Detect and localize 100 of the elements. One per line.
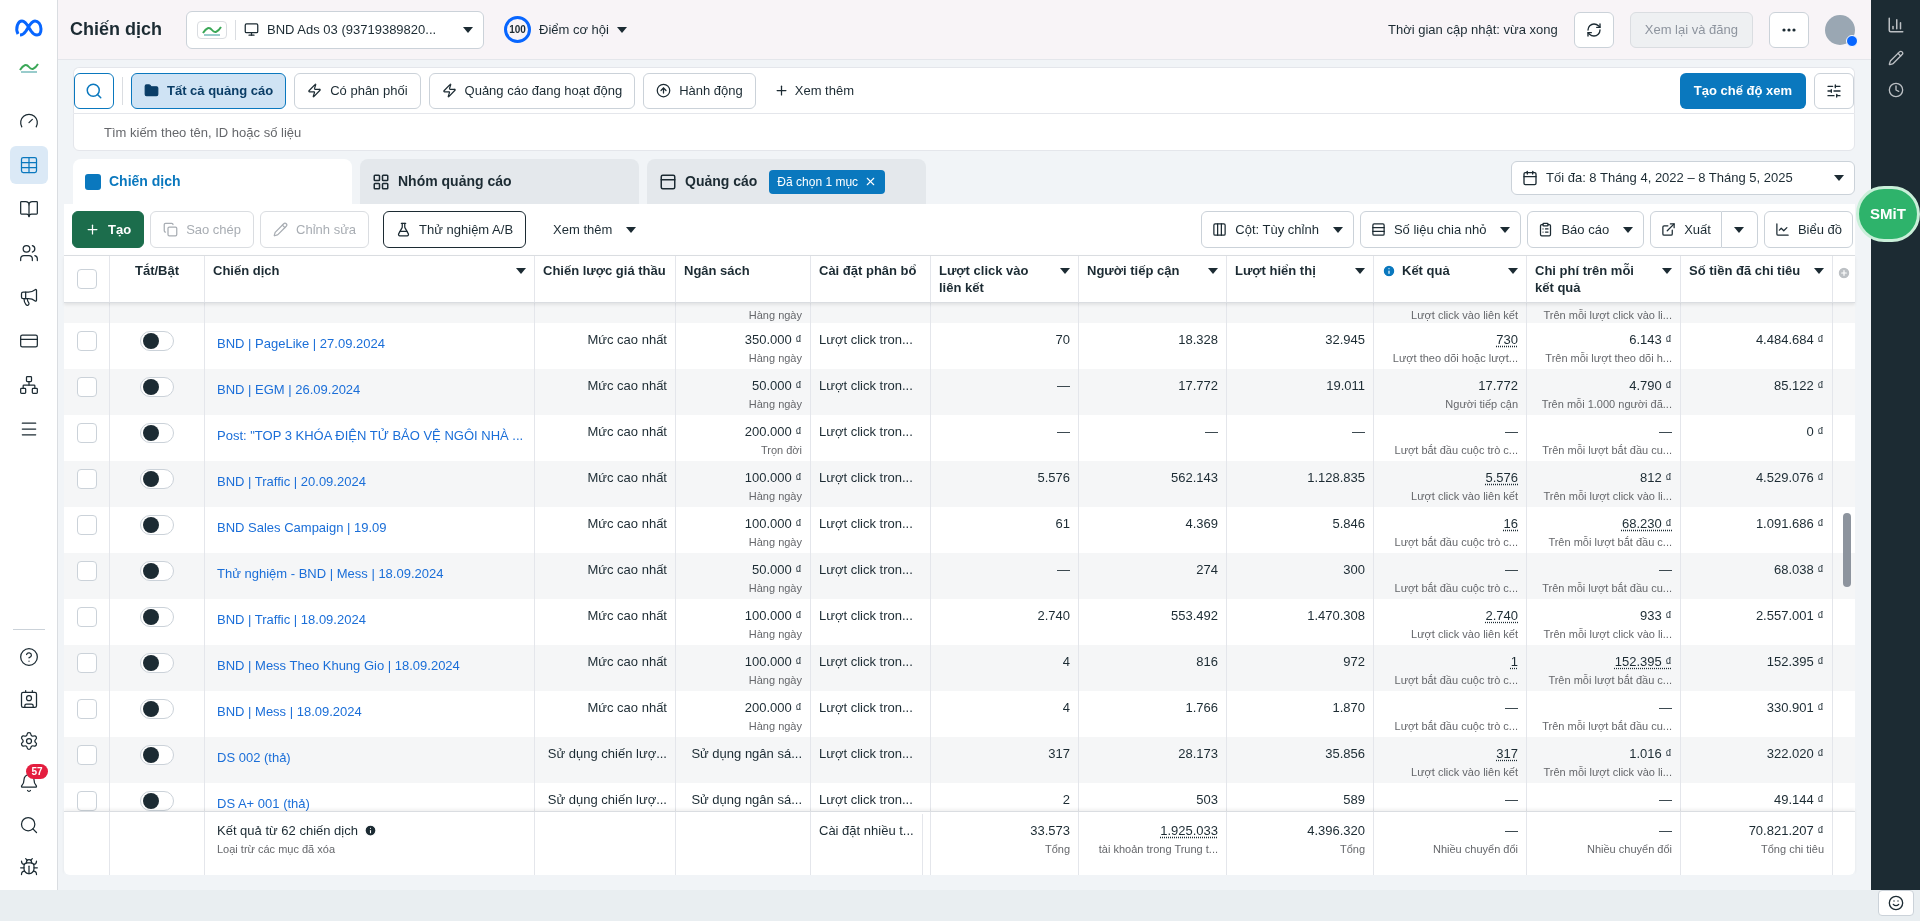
cell-value[interactable]: 152.395 ₫	[1614, 653, 1672, 670]
avatar[interactable]	[1825, 14, 1855, 45]
toggle-switch[interactable]	[140, 377, 174, 397]
row-checkbox[interactable]	[76, 423, 97, 443]
toolbar-button[interactable]: Xem thêm	[540, 211, 650, 248]
view-tab[interactable]: Quảng cáo Đã chọn 1 mục	[647, 159, 926, 204]
cell-value[interactable]: 1.925.033	[1160, 822, 1218, 839]
toolbar-button[interactable]: Xuất	[1650, 211, 1722, 248]
pencil-icon[interactable]	[1887, 50, 1904, 66]
toggle-switch[interactable]	[140, 653, 174, 673]
toggle-switch[interactable]	[140, 607, 174, 627]
column-header[interactable]: Lượt click vào liên kết	[931, 256, 1079, 302]
cell-value: 19.011	[1326, 377, 1365, 394]
campaign-link[interactable]: BND | PageLike | 27.09.2024	[217, 336, 385, 351]
toolbar-button[interactable]: Biểu đồ	[1763, 211, 1853, 248]
campaign-link[interactable]: BND | Traffic | 18.09.2024	[217, 612, 366, 627]
row-checkbox[interactable]	[76, 653, 97, 673]
column-header[interactable]: Lượt hiển thị	[1227, 256, 1374, 302]
more-filters-button[interactable]: Xem thêm	[763, 72, 864, 109]
row-checkbox[interactable]	[76, 331, 97, 351]
filter-button[interactable]: Tất cả quảng cáo	[131, 72, 287, 109]
line-chart-icon	[1774, 222, 1790, 237]
row-checkbox[interactable]	[76, 469, 97, 489]
cell-value[interactable]: 68.230 ₫	[1621, 515, 1672, 532]
selection-chip[interactable]: Đã chọn 1 mục	[769, 169, 886, 194]
view-tab[interactable]: Chiến dịch	[73, 159, 352, 204]
row-checkbox[interactable]	[76, 699, 97, 719]
clock-icon[interactable]	[1887, 82, 1904, 98]
campaign-link[interactable]: Thử nghiệm - BND | Mess | 18.09.2024	[217, 566, 444, 581]
cell-value: 562.143	[1171, 469, 1218, 486]
column-header[interactable]: Chiến lược giá thầu	[535, 256, 676, 302]
campaign-link[interactable]: DS A+ 001 (thả)	[217, 796, 310, 811]
toolbar-button[interactable]: Số liệu chia nhỏ	[1359, 211, 1522, 248]
filter-button[interactable]: Quảng cáo đang hoạt động	[428, 72, 636, 109]
cell-value[interactable]: 5.576	[1485, 469, 1518, 486]
column-header[interactable]: Chi phí trên mỗi kết quả	[1527, 256, 1681, 302]
search-field[interactable]: Tìm kiếm theo tên, ID hoặc số liệu	[73, 113, 1855, 151]
account-dropdown[interactable]: BND Ads 03 (93719389820...	[186, 10, 484, 49]
campaign-link[interactable]: DS 002 (thả)	[217, 750, 291, 765]
toggle-switch[interactable]	[140, 469, 174, 489]
toggle-switch[interactable]	[140, 791, 174, 811]
toolbar-button[interactable]: Báo cáo	[1527, 211, 1645, 248]
column-header[interactable]: Tắt/Bật	[110, 256, 205, 302]
column-header[interactable]: Kết quả	[1374, 256, 1527, 302]
toggle-switch[interactable]	[140, 745, 174, 765]
campaign-link[interactable]: BND Sales Campaign | 19.09	[217, 520, 387, 535]
select-all-checkbox[interactable]	[76, 269, 97, 289]
cell-value[interactable]: 1	[1510, 653, 1518, 670]
cell-value[interactable]: 730	[1496, 331, 1518, 348]
row-checkbox[interactable]	[76, 561, 97, 581]
feedback-button[interactable]	[1878, 890, 1914, 916]
cell-note: Hàng ngày	[748, 581, 802, 596]
cell-value: —	[1205, 423, 1218, 440]
cell-value[interactable]: 2.740	[1485, 607, 1518, 624]
view-settings-button[interactable]	[1814, 72, 1854, 109]
date-range-button[interactable]: Tối đa: 8 Tháng 4, 2022 – 8 Tháng 5, 2025	[1511, 161, 1855, 195]
info-icon	[363, 824, 377, 837]
cell-value: Lượt click tron...	[819, 377, 913, 394]
column-header[interactable]: Chiến dịch	[205, 256, 535, 302]
row-checkbox[interactable]	[76, 745, 97, 765]
refresh-button[interactable]	[1573, 11, 1614, 48]
toggle-switch[interactable]	[140, 699, 174, 719]
row-checkbox[interactable]	[76, 791, 97, 811]
opportunity-score[interactable]: 100 Điểm cơ hội	[504, 16, 627, 43]
toggle-switch[interactable]	[140, 561, 174, 581]
cell-value[interactable]: 16	[1503, 515, 1518, 532]
toolbar-button[interactable]: Cột: Tùy chỉnh	[1201, 211, 1354, 248]
column-header[interactable]: Cài đặt phân bổ	[811, 256, 931, 302]
scrollbar-thumb[interactable]	[1843, 513, 1851, 587]
view-tab[interactable]: Nhóm quảng cáo	[360, 159, 639, 204]
column-header[interactable]: Số tiền đã chi tiêu	[1681, 256, 1833, 302]
create-view-button[interactable]: Tạo chế độ xem	[1679, 72, 1806, 109]
cell-value: Mức cao nhất	[587, 377, 667, 394]
filter-button[interactable]: Có phân phối	[294, 72, 421, 109]
column-header[interactable]: Người tiếp cận	[1079, 256, 1227, 302]
cell-value: —	[1659, 699, 1672, 716]
cell-value[interactable]: 317	[1496, 745, 1518, 762]
bar-chart-icon[interactable]	[1886, 16, 1905, 34]
campaign-link[interactable]: BND | Mess Theo Khung Gio | 18.09.2024	[217, 658, 460, 673]
filter-button[interactable]: Hành động	[643, 72, 756, 109]
campaign-link[interactable]: BND | EGM | 26.09.2024	[217, 382, 361, 397]
row-checkbox[interactable]	[76, 377, 97, 397]
campaign-link[interactable]: BND | Traffic | 20.09.2024	[217, 474, 366, 489]
toolbar-button[interactable]: Tạo	[72, 211, 145, 248]
toggle-switch[interactable]	[140, 515, 174, 535]
row-checkbox[interactable]	[76, 515, 97, 535]
search-icon	[18, 815, 39, 835]
cell-value: Mức cao nhất	[587, 653, 667, 670]
row-checkbox[interactable]	[76, 607, 97, 627]
meta-logo[interactable]	[13, 18, 44, 38]
table-nav-button[interactable]	[9, 146, 48, 184]
column-header[interactable]: Ngân sách	[676, 256, 811, 302]
dropdown-button[interactable]	[1721, 211, 1758, 248]
toolbar-button[interactable]: Thử nghiệm A/B	[383, 211, 527, 248]
bell-nav-button[interactable]: 57	[9, 764, 48, 802]
toggle-switch[interactable]	[140, 423, 174, 443]
campaign-link[interactable]: Post: "TOP 3 KHÓA ĐIỆN TỬ BẢO VỆ NGÔI NHÀ ...	[217, 428, 524, 443]
search-button[interactable]	[74, 72, 114, 109]
campaign-link[interactable]: BND | Mess | 18.09.2024	[217, 704, 362, 719]
toggle-switch[interactable]	[140, 331, 174, 351]
